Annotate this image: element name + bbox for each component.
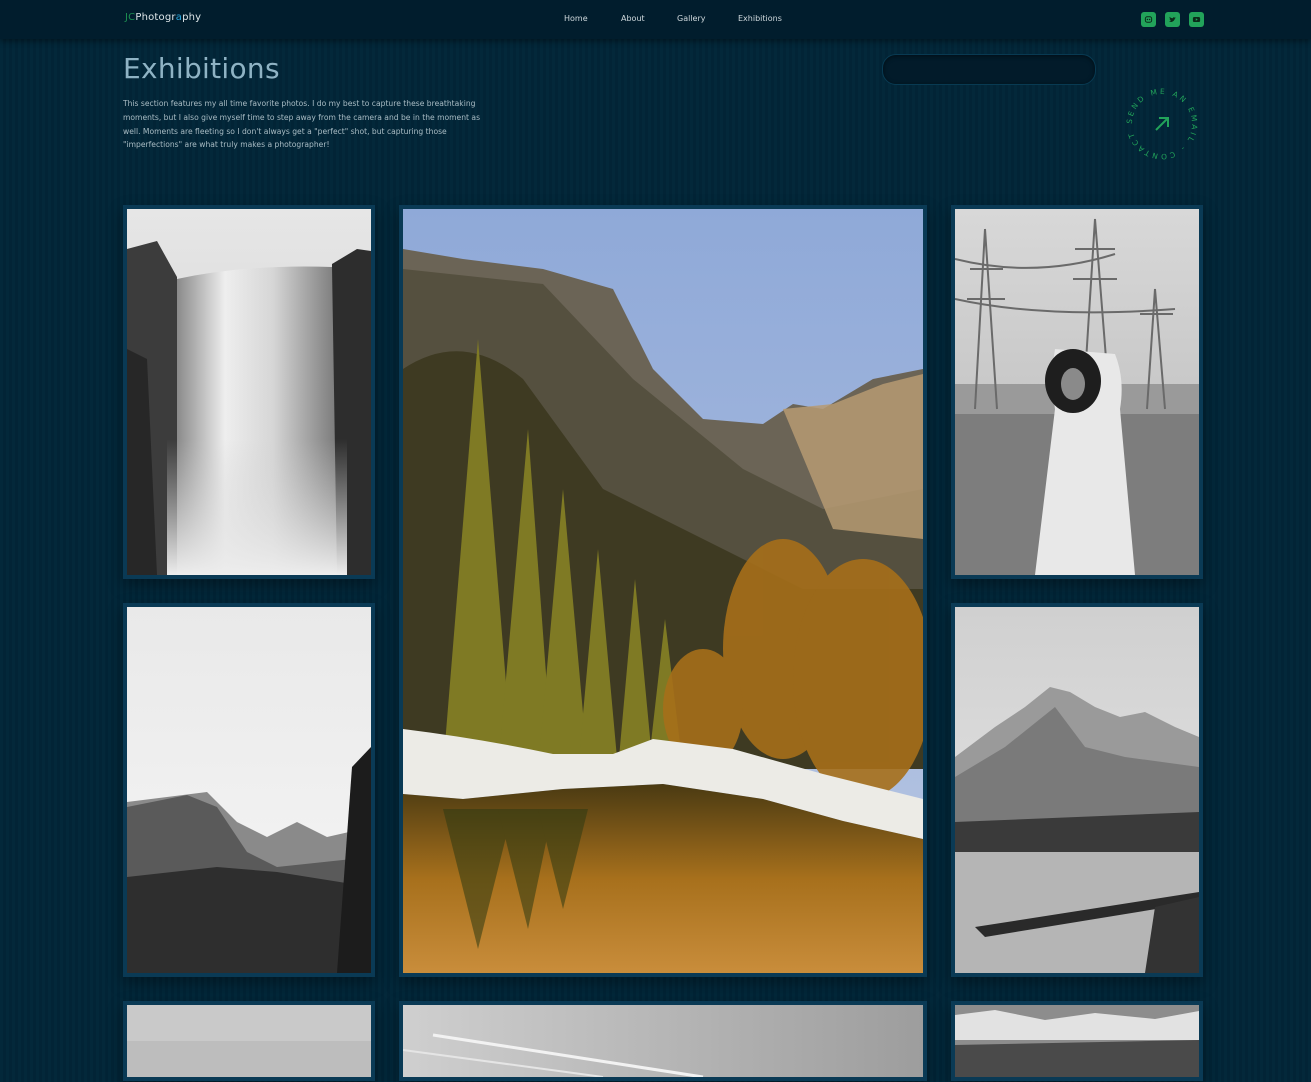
- contact-badge-text: SEND ME AN EMAIL - CONTACT -: [1122, 84, 1199, 161]
- brand-name-part: phy: [182, 12, 202, 23]
- page-title: Exhibitions: [123, 52, 280, 85]
- youtube-icon[interactable]: [1189, 12, 1204, 27]
- nav-about-link[interactable]: About: [621, 14, 645, 23]
- yosemite-valley-color-photo[interactable]: [399, 205, 927, 977]
- bw-mountain-ridge-photo[interactable]: [123, 603, 375, 977]
- search-input[interactable]: [882, 54, 1096, 85]
- bw-desert-photo[interactable]: [123, 1001, 375, 1081]
- brand-logo[interactable]: JCPhotography: [125, 12, 201, 23]
- nav-home-link[interactable]: Home: [564, 14, 588, 23]
- twitter-icon[interactable]: [1165, 12, 1180, 27]
- contact-email-badge[interactable]: SEND ME AN EMAIL - CONTACT -: [1119, 77, 1202, 164]
- discord-icon[interactable]: [1141, 12, 1156, 27]
- nav-gallery-link[interactable]: Gallery: [677, 14, 706, 23]
- top-navbar: JCPhotography Home About Gallery Exhibit…: [0, 0, 1311, 39]
- bw-alpine-lake-photo[interactable]: [951, 603, 1203, 977]
- intro-paragraph: This section features my all time favori…: [123, 99, 481, 150]
- brand-name-part: Photogr: [135, 12, 176, 23]
- bw-waterfall-photo[interactable]: [123, 205, 375, 579]
- woman-power-lines-photo[interactable]: [951, 205, 1203, 579]
- bw-sky-contrails-photo[interactable]: [399, 1001, 927, 1081]
- arrow-up-right-icon: [1155, 117, 1169, 131]
- bw-snowy-forest-photo[interactable]: [951, 1001, 1203, 1081]
- brand-prefix: JC: [125, 12, 136, 23]
- nav-exhibitions-link[interactable]: Exhibitions: [738, 14, 782, 23]
